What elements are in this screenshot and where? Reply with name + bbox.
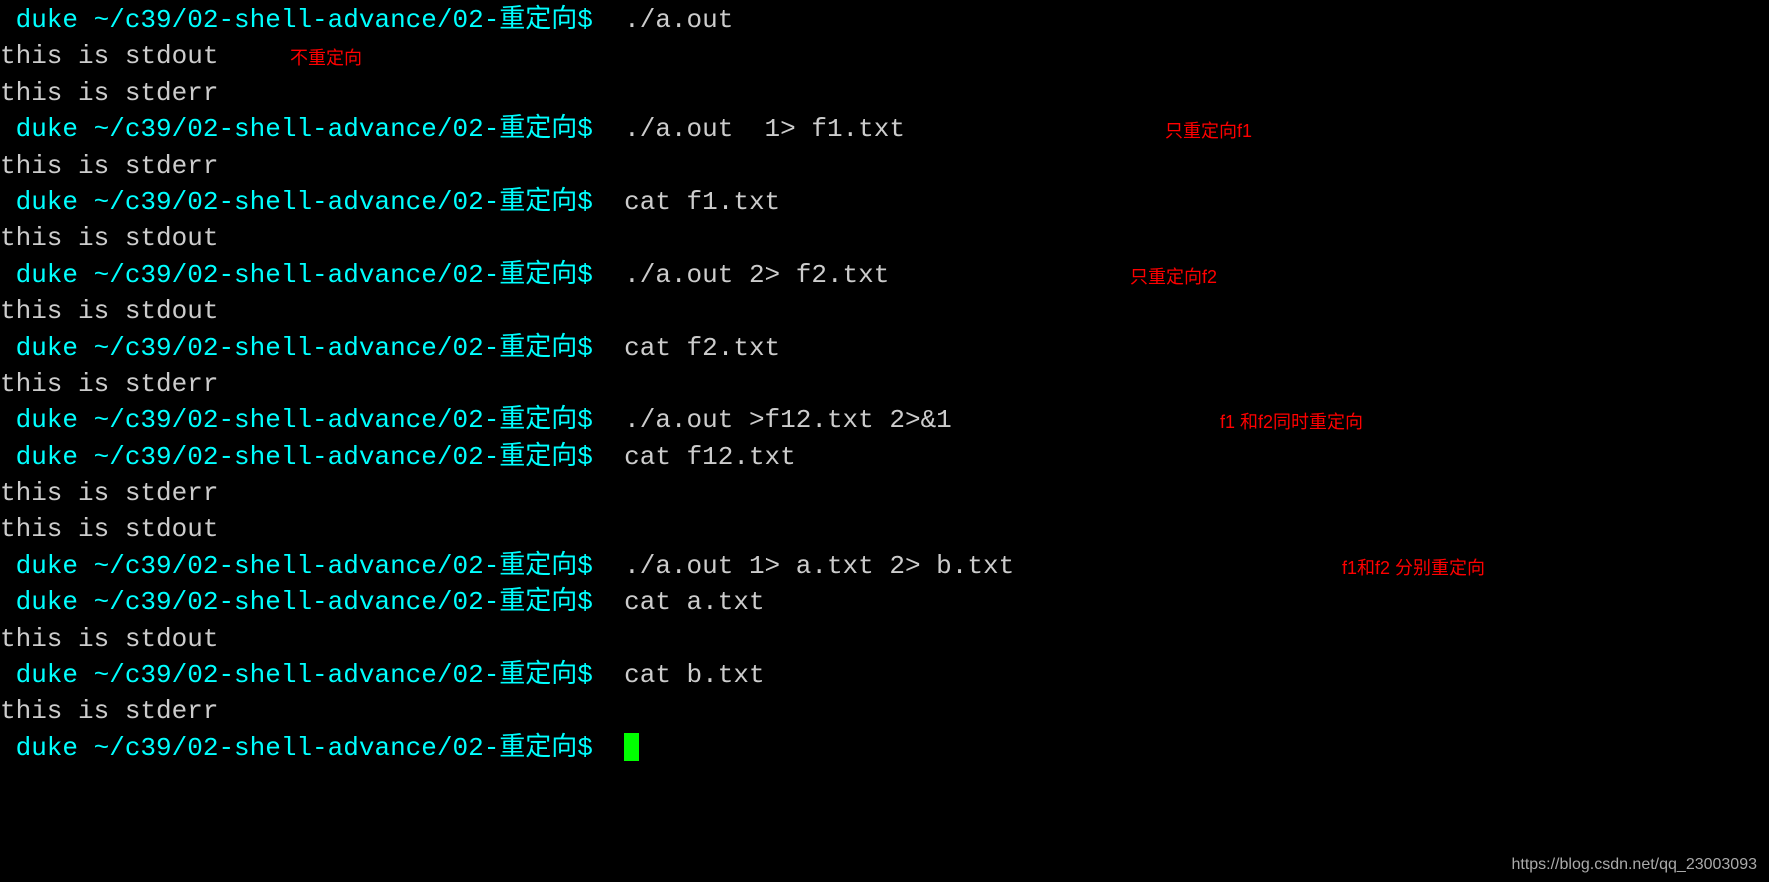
prompt-user: duke <box>0 333 94 363</box>
command-text: ./a.out <box>609 5 734 35</box>
prompt-dollar: $ <box>577 333 608 363</box>
output-line: this is stdout <box>0 621 1769 657</box>
prompt-user: duke <box>0 114 94 144</box>
command-line: duke ~/c39/02-shell-advance/02-重定向$ cat … <box>0 657 1769 693</box>
prompt-user: duke <box>0 442 94 472</box>
prompt-path: ~/c39/02-shell-advance/02-重定向 <box>94 442 578 472</box>
output-text: this is stderr <box>0 478 218 508</box>
output-line: this is stderr <box>0 148 1769 184</box>
prompt-user: duke <box>0 260 94 290</box>
annotation-label: f1 和f2同时重定向 <box>1220 410 1363 435</box>
prompt-dollar: $ <box>577 733 608 763</box>
terminal[interactable]: duke ~/c39/02-shell-advance/02-重定向$ ./a.… <box>0 2 1769 766</box>
output-text: this is stderr <box>0 151 218 181</box>
command-line: duke ~/c39/02-shell-advance/02-重定向$ <box>0 730 1769 766</box>
output-line: this is stderr <box>0 475 1769 511</box>
command-line: duke ~/c39/02-shell-advance/02-重定向$ ./a.… <box>0 257 1769 293</box>
output-line: this is stderr <box>0 366 1769 402</box>
prompt-dollar: $ <box>577 260 608 290</box>
prompt-user: duke <box>0 587 94 617</box>
command-line: duke ~/c39/02-shell-advance/02-重定向$ ./a.… <box>0 548 1769 584</box>
prompt-path: ~/c39/02-shell-advance/02-重定向 <box>94 551 578 581</box>
prompt-user: duke <box>0 733 94 763</box>
output-line: this is stdout <box>0 511 1769 547</box>
command-text: cat f2.txt <box>609 333 781 363</box>
output-text: this is stdout <box>0 514 218 544</box>
annotation-label: 只重定向f2 <box>1130 265 1217 290</box>
command-text: cat a.txt <box>609 587 765 617</box>
command-line: duke ~/c39/02-shell-advance/02-重定向$ ./a.… <box>0 2 1769 38</box>
prompt-user: duke <box>0 187 94 217</box>
output-text: this is stdout <box>0 41 218 71</box>
prompt-path: ~/c39/02-shell-advance/02-重定向 <box>94 660 578 690</box>
command-line: duke ~/c39/02-shell-advance/02-重定向$ cat … <box>0 330 1769 366</box>
command-text: ./a.out 1> f1.txt <box>609 114 905 144</box>
output-text: this is stderr <box>0 78 218 108</box>
prompt-user: duke <box>0 405 94 435</box>
output-text: this is stderr <box>0 369 218 399</box>
prompt-dollar: $ <box>577 187 608 217</box>
prompt-path: ~/c39/02-shell-advance/02-重定向 <box>94 733 578 763</box>
watermark: https://blog.csdn.net/qq_23003093 <box>1511 854 1757 876</box>
prompt-user: duke <box>0 5 94 35</box>
output-line: this is stdout <box>0 293 1769 329</box>
prompt-path: ~/c39/02-shell-advance/02-重定向 <box>94 405 578 435</box>
prompt-user: duke <box>0 551 94 581</box>
prompt-path: ~/c39/02-shell-advance/02-重定向 <box>94 5 578 35</box>
output-text: this is stdout <box>0 624 218 654</box>
prompt-path: ~/c39/02-shell-advance/02-重定向 <box>94 260 578 290</box>
prompt-dollar: $ <box>577 587 608 617</box>
command-text: cat f12.txt <box>609 442 796 472</box>
prompt-dollar: $ <box>577 660 608 690</box>
prompt-dollar: $ <box>577 405 608 435</box>
command-line: duke ~/c39/02-shell-advance/02-重定向$ cat … <box>0 184 1769 220</box>
cursor <box>624 733 639 761</box>
command-text: ./a.out 1> a.txt 2> b.txt <box>609 551 1015 581</box>
output-line: this is stdout 不重定向 <box>0 38 1769 74</box>
prompt-dollar: $ <box>577 551 608 581</box>
annotation-label: f1和f2 分别重定向 <box>1342 556 1485 581</box>
command-line: duke ~/c39/02-shell-advance/02-重定向$ cat … <box>0 439 1769 475</box>
command-text: cat f1.txt <box>609 187 781 217</box>
output-text: this is stderr <box>0 696 218 726</box>
output-line: this is stderr <box>0 75 1769 111</box>
output-text: this is stdout <box>0 296 218 326</box>
annotation-label: 不重定向 <box>290 46 362 71</box>
command-text: ./a.out >f12.txt 2>&1 <box>609 405 952 435</box>
prompt-path: ~/c39/02-shell-advance/02-重定向 <box>94 333 578 363</box>
output-text: this is stdout <box>0 223 218 253</box>
annotation-label: 只重定向f1 <box>1165 119 1252 144</box>
prompt-dollar: $ <box>577 114 608 144</box>
command-line: duke ~/c39/02-shell-advance/02-重定向$ ./a.… <box>0 402 1769 438</box>
prompt-dollar: $ <box>577 442 608 472</box>
command-line: duke ~/c39/02-shell-advance/02-重定向$ cat … <box>0 584 1769 620</box>
command-line: duke ~/c39/02-shell-advance/02-重定向$ ./a.… <box>0 111 1769 147</box>
prompt-dollar: $ <box>577 5 608 35</box>
command-text: cat b.txt <box>609 660 765 690</box>
prompt-user: duke <box>0 660 94 690</box>
output-line: this is stderr <box>0 693 1769 729</box>
prompt-path: ~/c39/02-shell-advance/02-重定向 <box>94 114 578 144</box>
prompt-path: ~/c39/02-shell-advance/02-重定向 <box>94 187 578 217</box>
command-text <box>609 733 625 763</box>
prompt-path: ~/c39/02-shell-advance/02-重定向 <box>94 587 578 617</box>
command-text: ./a.out 2> f2.txt <box>609 260 890 290</box>
output-line: this is stdout <box>0 220 1769 256</box>
